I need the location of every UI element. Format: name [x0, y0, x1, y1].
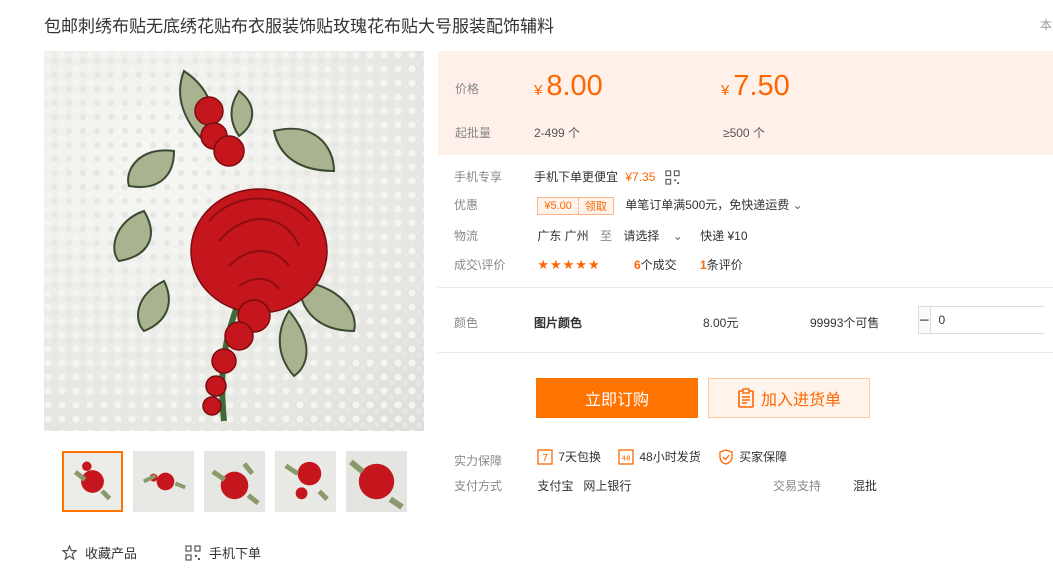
shield-icon	[718, 448, 734, 465]
coupon-badge[interactable]: ¥5.00 领取	[537, 197, 614, 215]
moq-label: 起批量	[455, 126, 492, 140]
variant-stock: 99993个可售	[810, 316, 880, 330]
review-count-link[interactable]: 1条评价	[700, 258, 743, 272]
mobile-exclusive-row: 手机专享 手机下单更便宜 ¥7.35	[454, 168, 680, 185]
thumbnail-strip	[62, 451, 407, 512]
price-label: 价格	[455, 82, 480, 96]
rose-embroidery-image	[44, 51, 424, 431]
rating-stars: ★★★★★	[537, 257, 601, 272]
deals-row: 成交\评价 ★★★★★ 6个成交 1条评价	[454, 257, 743, 272]
variant-name: 图片颜色	[534, 316, 583, 330]
seven-day-icon: 7	[537, 448, 553, 465]
guarantee-48h[interactable]: 48 48小时发货	[618, 448, 701, 465]
divider	[438, 287, 1053, 288]
clipboard-icon	[737, 388, 755, 408]
qr-code-icon[interactable]	[665, 170, 680, 185]
main-product-image[interactable]	[44, 51, 424, 431]
variant-row: 颜色	[454, 316, 479, 330]
thumbnail-3[interactable]	[204, 451, 265, 512]
favorite-label: 收藏产品	[85, 546, 138, 561]
svg-text:7: 7	[542, 453, 548, 464]
price-tier-2: ¥7.50	[721, 70, 790, 102]
deal-count-link[interactable]: 6个成交	[634, 258, 677, 272]
guarantee-row: 实力保障 7 7天包换 48 48小时发货 买家保障	[454, 448, 788, 468]
decrease-button[interactable]: −	[919, 307, 930, 333]
quantity-input[interactable]	[929, 307, 1053, 333]
guarantee-buyer[interactable]: 买家保障	[718, 448, 787, 465]
coupon-row: 优惠 ¥5.00 领取 单笔订单满500元，免快递运费 ⌄	[454, 197, 803, 215]
bottom-actions: 收藏产品 手机下单	[62, 543, 261, 562]
chevron-down-icon: ⌄	[672, 229, 683, 243]
mobile-order-button[interactable]: 手机下单	[185, 543, 261, 562]
price-box: 价格 ¥8.00 ¥7.50 起批量 2-499 个 ≥500 个	[438, 51, 1053, 155]
top-right-text[interactable]: 本	[1040, 16, 1052, 33]
favorite-button[interactable]: 收藏产品	[62, 543, 137, 562]
price-tier-1: ¥8.00	[534, 70, 603, 102]
destination-select[interactable]: 请选择 ⌄	[623, 229, 682, 243]
trade-support-label: 交易支持	[773, 479, 822, 493]
thumbnail-2[interactable]	[133, 451, 194, 512]
buy-now-button[interactable]: 立即订购	[536, 378, 698, 418]
chevron-down-icon[interactable]: ⌄	[793, 198, 803, 212]
thumbnail-4[interactable]	[275, 451, 336, 512]
divider	[438, 352, 1053, 353]
quantity-stepper: − +	[918, 306, 1053, 334]
clock-48-icon: 48	[618, 448, 635, 465]
thumbnail-1[interactable]	[62, 451, 123, 512]
guarantee-7day[interactable]: 7 7天包换	[537, 448, 601, 465]
product-title: 包邮刺绣布贴无底绣花贴布衣服装饰贴玫瑰花布贴大号服装配饰辅料	[44, 17, 554, 36]
star-icon	[62, 545, 77, 560]
add-to-cart-button[interactable]: 加入进货单	[708, 378, 870, 418]
thumbnail-5[interactable]	[346, 451, 407, 512]
range-tier-2: ≥500 个	[723, 126, 765, 140]
trade-support-value: 混批	[853, 479, 878, 493]
payment-row: 支付方式 支付宝 网上银行	[454, 479, 632, 493]
logistics-row: 物流 广东 广州 至 请选择 ⌄ 快递 ¥10	[454, 229, 748, 243]
qr-code-icon	[185, 544, 201, 561]
variant-price: 8.00元	[703, 316, 739, 330]
range-tier-1: 2-499 个	[534, 126, 581, 140]
svg-text:48: 48	[622, 454, 631, 462]
mobile-order-label: 手机下单	[209, 546, 262, 561]
